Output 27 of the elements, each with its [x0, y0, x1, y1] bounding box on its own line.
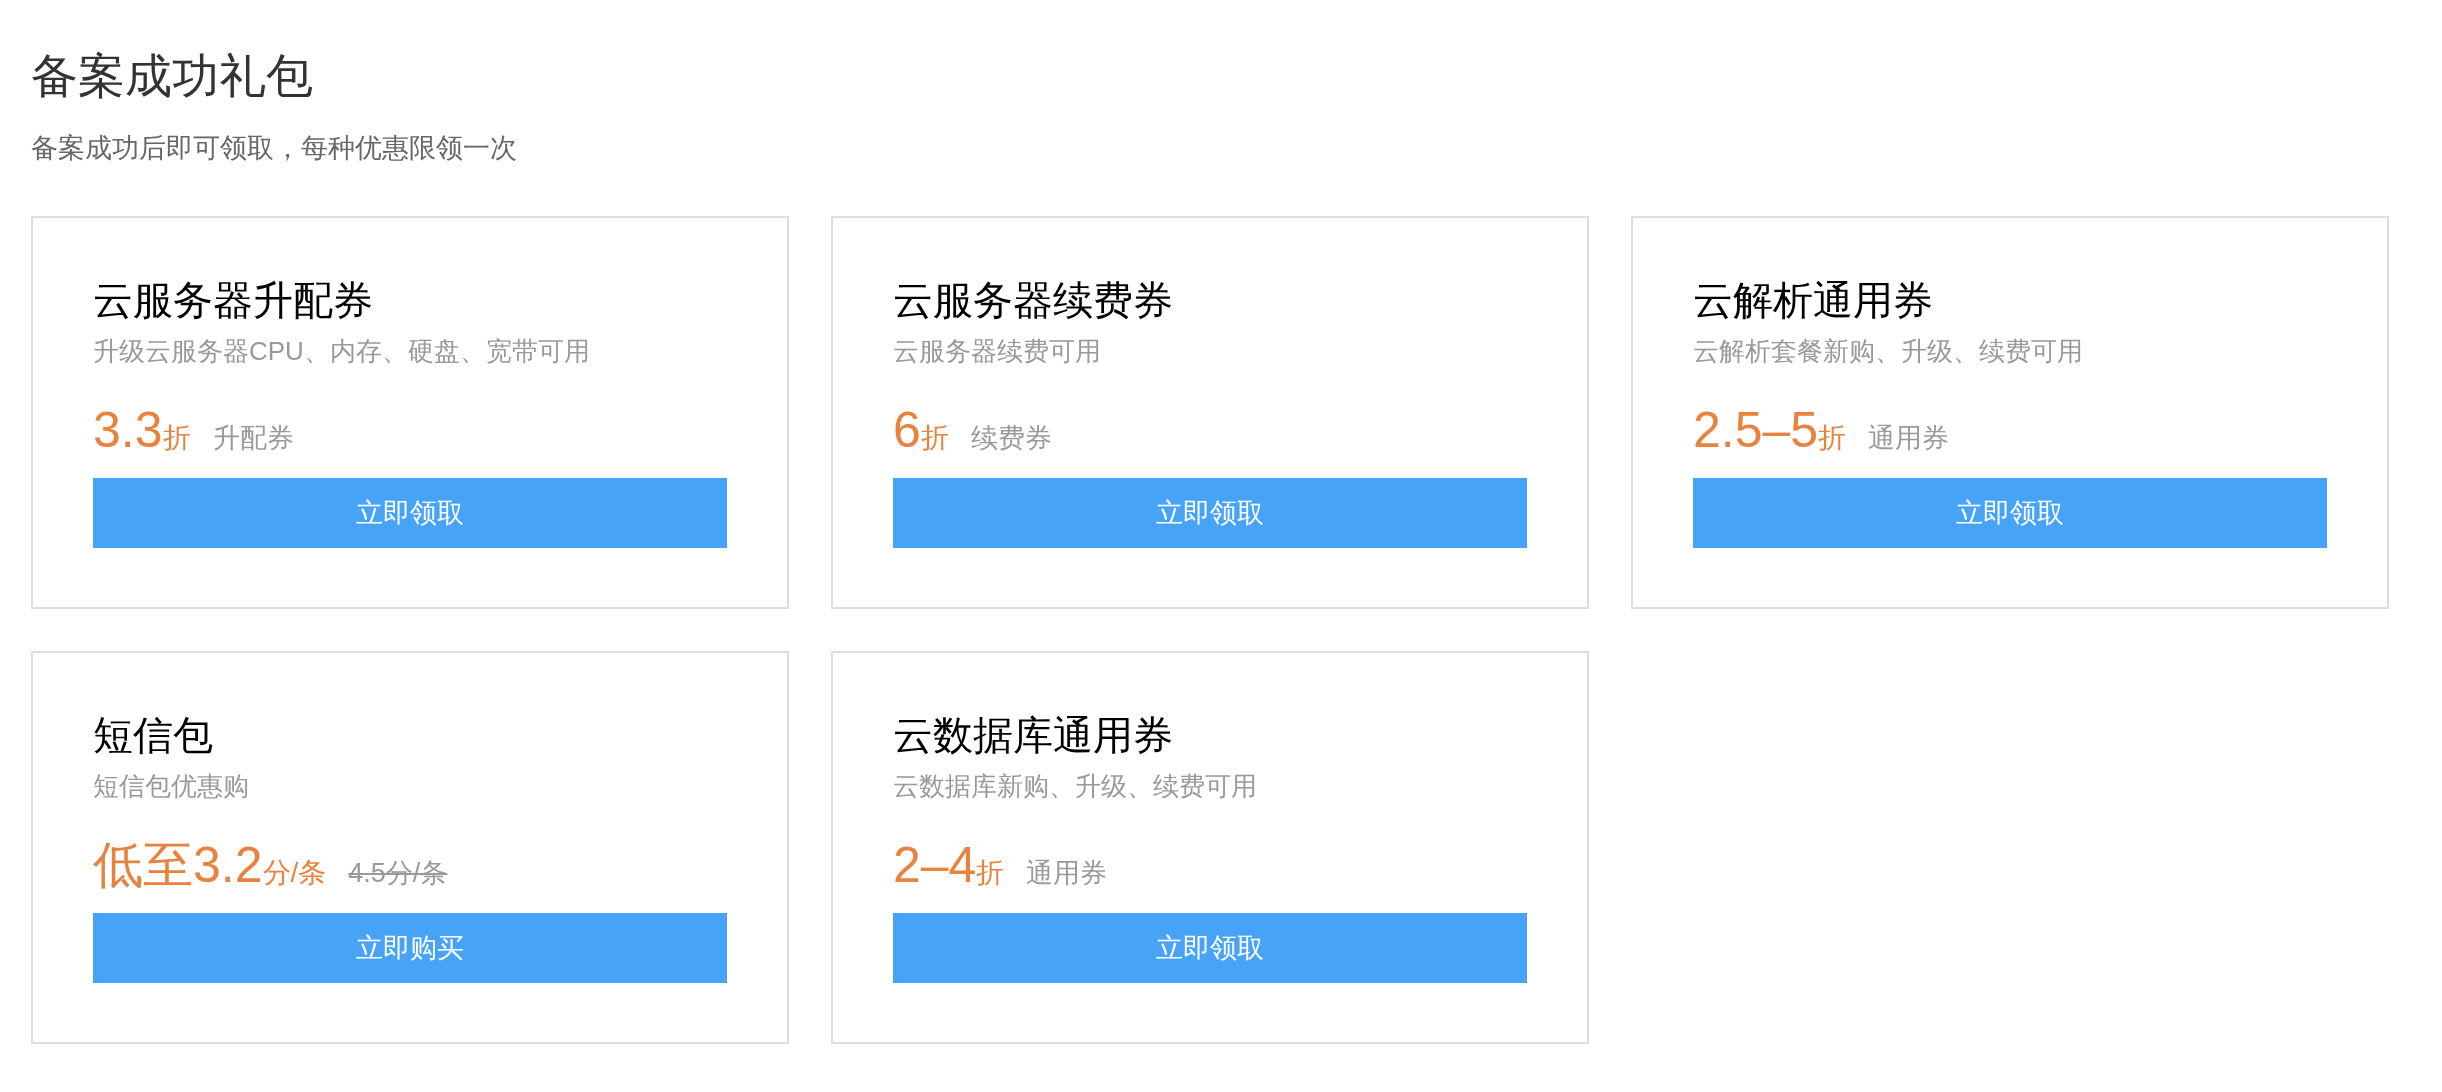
card-title: 短信包	[93, 712, 214, 759]
action-button[interactable]: 立即领取	[893, 913, 1527, 983]
discount-value: 2–4折	[893, 836, 1005, 895]
coupon-type: 升配券	[212, 422, 294, 455]
original-price: 4.5分/条	[348, 857, 448, 890]
discount-value: 6折	[893, 401, 949, 460]
card-title: 云数据库通用券	[893, 712, 1174, 759]
card-description: 云服务器续费可用	[893, 335, 1102, 368]
card-title: 云服务器升配券	[93, 277, 374, 324]
discount-value: 2.5–5折	[1693, 401, 1847, 460]
coupon-type: 通用券	[1026, 857, 1108, 890]
card-description: 云解析套餐新购、升级、续费可用	[1693, 335, 2084, 368]
page-subtitle: 备案成功后即可领取，每种优惠限领一次	[31, 132, 518, 165]
discount-value: 低至3.2分/条	[93, 836, 327, 895]
action-button[interactable]: 立即购买	[93, 913, 727, 983]
action-button[interactable]: 立即领取	[1693, 478, 2327, 548]
card-title: 云服务器续费券	[893, 277, 1174, 324]
action-button[interactable]: 立即领取	[893, 478, 1527, 548]
action-button[interactable]: 立即领取	[93, 478, 727, 548]
card-title: 云解析通用券	[1693, 277, 1934, 324]
card-description: 云数据库新购、升级、续费可用	[893, 770, 1258, 803]
discount-value: 3.3折	[93, 401, 191, 460]
page-title: 备案成功礼包	[31, 48, 314, 104]
coupon-type: 通用券	[1868, 422, 1950, 455]
card-description: 短信包优惠购	[93, 770, 250, 803]
coupon-type: 续费券	[970, 422, 1052, 455]
card-description: 升级云服务器CPU、内存、硬盘、宽带可用	[93, 335, 591, 368]
